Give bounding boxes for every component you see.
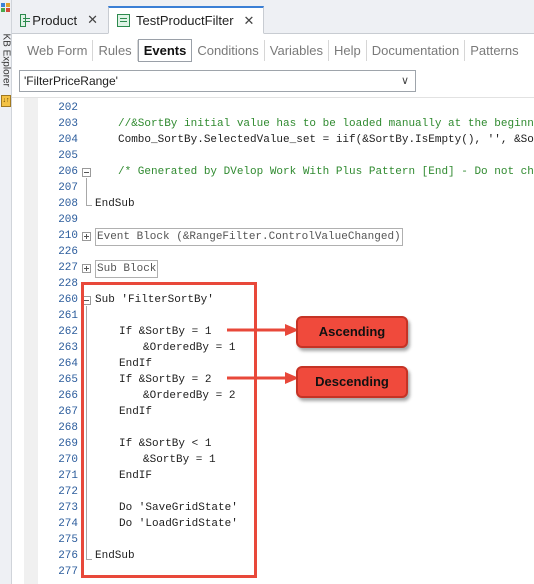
callout-ascending: Ascending bbox=[296, 316, 408, 348]
document-tabs: Product ✕ TestProductFilter ✕ bbox=[12, 0, 534, 34]
callout-descending: Descending bbox=[296, 366, 408, 398]
fold-end bbox=[86, 559, 92, 560]
code-editor[interactable]: 202 203//&SortBy initial value has to be… bbox=[12, 97, 534, 584]
expand-toggle[interactable] bbox=[82, 232, 91, 241]
expand-toggle[interactable] bbox=[82, 264, 91, 273]
fold-end bbox=[86, 205, 92, 206]
close-icon[interactable]: ✕ bbox=[244, 13, 255, 29]
arrow-right-icon bbox=[227, 372, 299, 384]
fold-toggle[interactable] bbox=[82, 296, 91, 305]
tab-testproductfilter[interactable]: TestProductFilter ✕ bbox=[108, 6, 264, 34]
tab-rules[interactable]: Rules bbox=[93, 39, 138, 61]
tab-label: TestProductFilter bbox=[136, 13, 234, 28]
tab-events[interactable]: Events bbox=[137, 38, 193, 62]
tab-variables[interactable]: Variables bbox=[265, 39, 329, 61]
chevron-down-icon[interactable]: ∨ bbox=[401, 71, 409, 91]
fold-guide bbox=[86, 178, 87, 206]
fold-guide bbox=[86, 306, 87, 560]
grid-icon bbox=[117, 14, 130, 27]
tab-help[interactable]: Help bbox=[329, 39, 367, 61]
tab-documentation[interactable]: Documentation bbox=[367, 39, 466, 61]
tab-product[interactable]: Product ✕ bbox=[12, 6, 106, 34]
tab-label: Product bbox=[32, 12, 78, 28]
tab-conditions[interactable]: Conditions bbox=[192, 39, 265, 61]
fold-toggle[interactable] bbox=[82, 168, 91, 177]
event-selector-value: 'FilterPriceRange' bbox=[24, 74, 118, 88]
event-selector[interactable]: 'FilterPriceRange' ∨ bbox=[19, 70, 416, 92]
tab-patterns[interactable]: Patterns bbox=[465, 40, 523, 61]
arrow-right-icon bbox=[227, 324, 299, 336]
collapsed-event-block[interactable]: Event Block (&RangeFilter.ControlValueCh… bbox=[95, 228, 403, 246]
close-icon[interactable]: ✕ bbox=[87, 12, 98, 28]
editor-margin bbox=[24, 98, 38, 584]
grid-icon bbox=[20, 13, 31, 27]
tab-web-form[interactable]: Web Form bbox=[22, 39, 94, 61]
object-part-tabs: Web Form Rules Events Conditions Variabl… bbox=[12, 36, 534, 64]
kb-explorer-icon bbox=[1, 3, 10, 12]
properties-icon[interactable]: ↓↑ bbox=[1, 95, 11, 107]
kb-explorer-label[interactable]: KB Explorer bbox=[1, 34, 12, 87]
kb-explorer-strip[interactable]: KB Explorer ↓↑ bbox=[0, 0, 12, 584]
collapsed-sub-block[interactable]: Sub Block bbox=[95, 260, 159, 278]
